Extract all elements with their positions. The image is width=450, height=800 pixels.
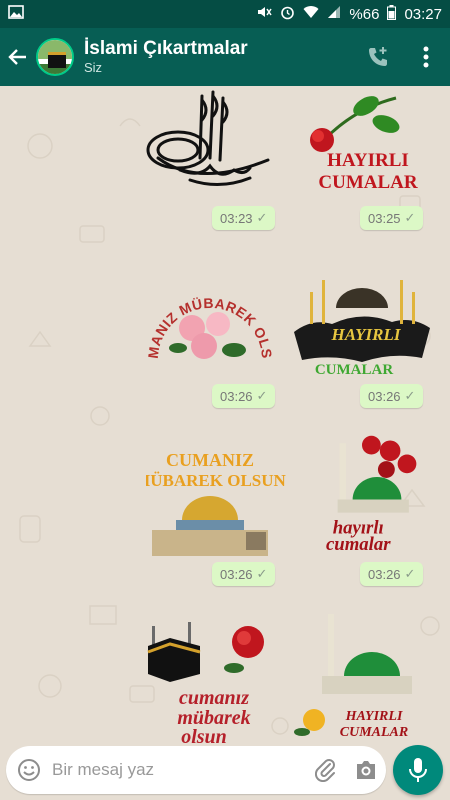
svg-text:olsun: olsun <box>181 726 227 744</box>
phone-plus-icon <box>369 47 387 66</box>
check-icon: ✓ <box>404 388 416 403</box>
camera-button[interactable] <box>346 759 386 781</box>
battery-icon <box>387 4 397 24</box>
message-list[interactable]: 03:23✓ HAYIRLI CUMALAR 03:25✓ CUMANIZ MÜ… <box>0 86 450 744</box>
chat-title: İslami Çıkartmalar <box>84 38 248 59</box>
check-icon: ✓ <box>256 566 268 581</box>
message-timestamp: 03:23 ✓ <box>212 206 276 230</box>
status-bar: %66 03:27 <box>0 0 450 28</box>
microphone-icon <box>409 758 427 782</box>
svg-text:MÜBAREK OLSUN: MÜBAREK OLSUN <box>146 471 286 490</box>
arrow-left-icon <box>8 49 26 65</box>
voice-record-button[interactable] <box>393 745 443 795</box>
check-icon: ✓ <box>404 210 416 225</box>
camera-icon <box>357 761 375 779</box>
gallery-notification-icon <box>8 5 24 23</box>
svg-text:CUMALAR: CUMALAR <box>318 172 417 193</box>
svg-text:HAYIRLI: HAYIRLI <box>345 709 403 724</box>
message-timestamp: 03:25 ✓ <box>360 206 424 230</box>
chat-subtitle: Siz <box>84 60 103 75</box>
more-options-button[interactable] <box>402 28 450 86</box>
alarm-icon <box>280 5 295 24</box>
sticker-dome-cumaniz[interactable]: CUMANIZ MÜBAREK OLSUN <box>146 440 286 560</box>
svg-text:HAYIRLI: HAYIRLI <box>327 150 409 171</box>
check-icon: ✓ <box>404 566 416 581</box>
signal-icon <box>327 5 341 23</box>
check-icon: ✓ <box>256 388 268 403</box>
svg-text:CUMALAR: CUMALAR <box>340 725 408 740</box>
svg-text:CUMANIZ: CUMANIZ <box>166 450 254 470</box>
add-call-button[interactable] <box>354 28 402 86</box>
message-timestamp: 03:26 ✓ <box>212 562 276 586</box>
more-vertical-icon <box>423 46 429 68</box>
sticker-tughra[interactable] <box>140 88 280 208</box>
wifi-icon <box>303 5 319 23</box>
sticker-kaaba-cumaniz[interactable]: cumanız mübarek olsun <box>144 612 284 744</box>
svg-text:cumalar: cumalar <box>326 534 391 552</box>
contact-avatar[interactable] <box>36 38 74 76</box>
back-button[interactable] <box>0 28 36 86</box>
check-icon: ✓ <box>256 210 268 225</box>
chat-header: İslami Çıkartmalar Siz <box>0 28 450 86</box>
svg-text:HAYIRLI: HAYIRLI <box>331 325 402 344</box>
contact-info[interactable]: İslami Çıkartmalar Siz <box>84 38 248 76</box>
sticker-rose-hayirli-cumalar[interactable]: HAYIRLI CUMALAR <box>296 88 436 208</box>
svg-text:cumanız: cumanız <box>179 687 249 709</box>
message-placeholder: Bir mesaj yaz <box>52 760 155 779</box>
svg-text:CUMALAR: CUMALAR <box>315 362 393 378</box>
message-timestamp: 03:26 ✓ <box>360 384 424 408</box>
emoji-icon <box>18 759 40 781</box>
sticker-mosque-hayirli[interactable]: HAYIRLI CUMALAR <box>292 262 432 382</box>
message-timestamp: 03:26 ✓ <box>212 384 276 408</box>
kaaba-icon <box>48 52 66 68</box>
emoji-button[interactable] <box>6 758 52 782</box>
status-time: 03:27 <box>404 5 442 23</box>
compose-bar: Bir mesaj yaz <box>0 744 450 800</box>
battery-percent: %66 <box>349 5 380 23</box>
sticker-green-dome-rose[interactable]: HAYIRLI CUMALAR <box>292 612 432 744</box>
sticker-roses-cumaniz[interactable]: CUMANIZ MÜBAREK OLSUN <box>140 262 280 382</box>
message-input[interactable]: Bir mesaj yaz <box>6 746 386 794</box>
paperclip-icon <box>315 759 335 782</box>
mute-icon <box>256 5 273 23</box>
attach-button[interactable] <box>306 758 346 782</box>
message-timestamp: 03:26 ✓ <box>360 562 424 586</box>
sticker-green-dome-hayirli[interactable]: hayırlı cumalar <box>292 432 432 552</box>
